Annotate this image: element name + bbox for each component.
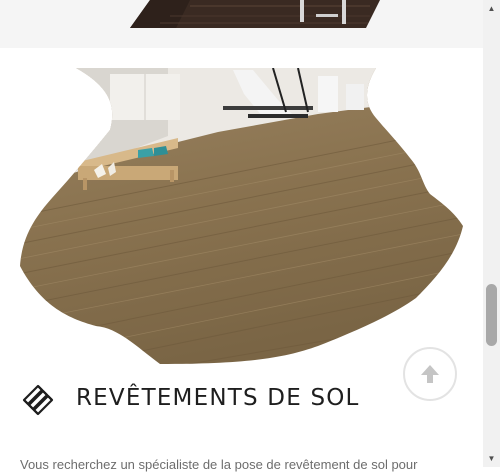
previous-section-image bbox=[130, 0, 380, 28]
flooring-hero-image bbox=[20, 68, 463, 364]
scrollbar-thumb[interactable] bbox=[486, 284, 497, 346]
arrow-up-icon bbox=[421, 365, 439, 383]
scrollbar-down-arrow-icon[interactable]: ▼ bbox=[483, 450, 500, 467]
service-description: Vous recherchez un spécialiste de la pos… bbox=[20, 457, 418, 472]
scrollbar-up-arrow-icon[interactable]: ▲ bbox=[483, 0, 500, 17]
parquet-pattern-icon bbox=[22, 384, 54, 416]
service-title: REVÊTEMENTS DE SOL bbox=[76, 385, 360, 411]
scroll-to-top-button[interactable] bbox=[403, 347, 457, 401]
page-scrollbar[interactable]: ▲ ▼ bbox=[483, 0, 500, 467]
